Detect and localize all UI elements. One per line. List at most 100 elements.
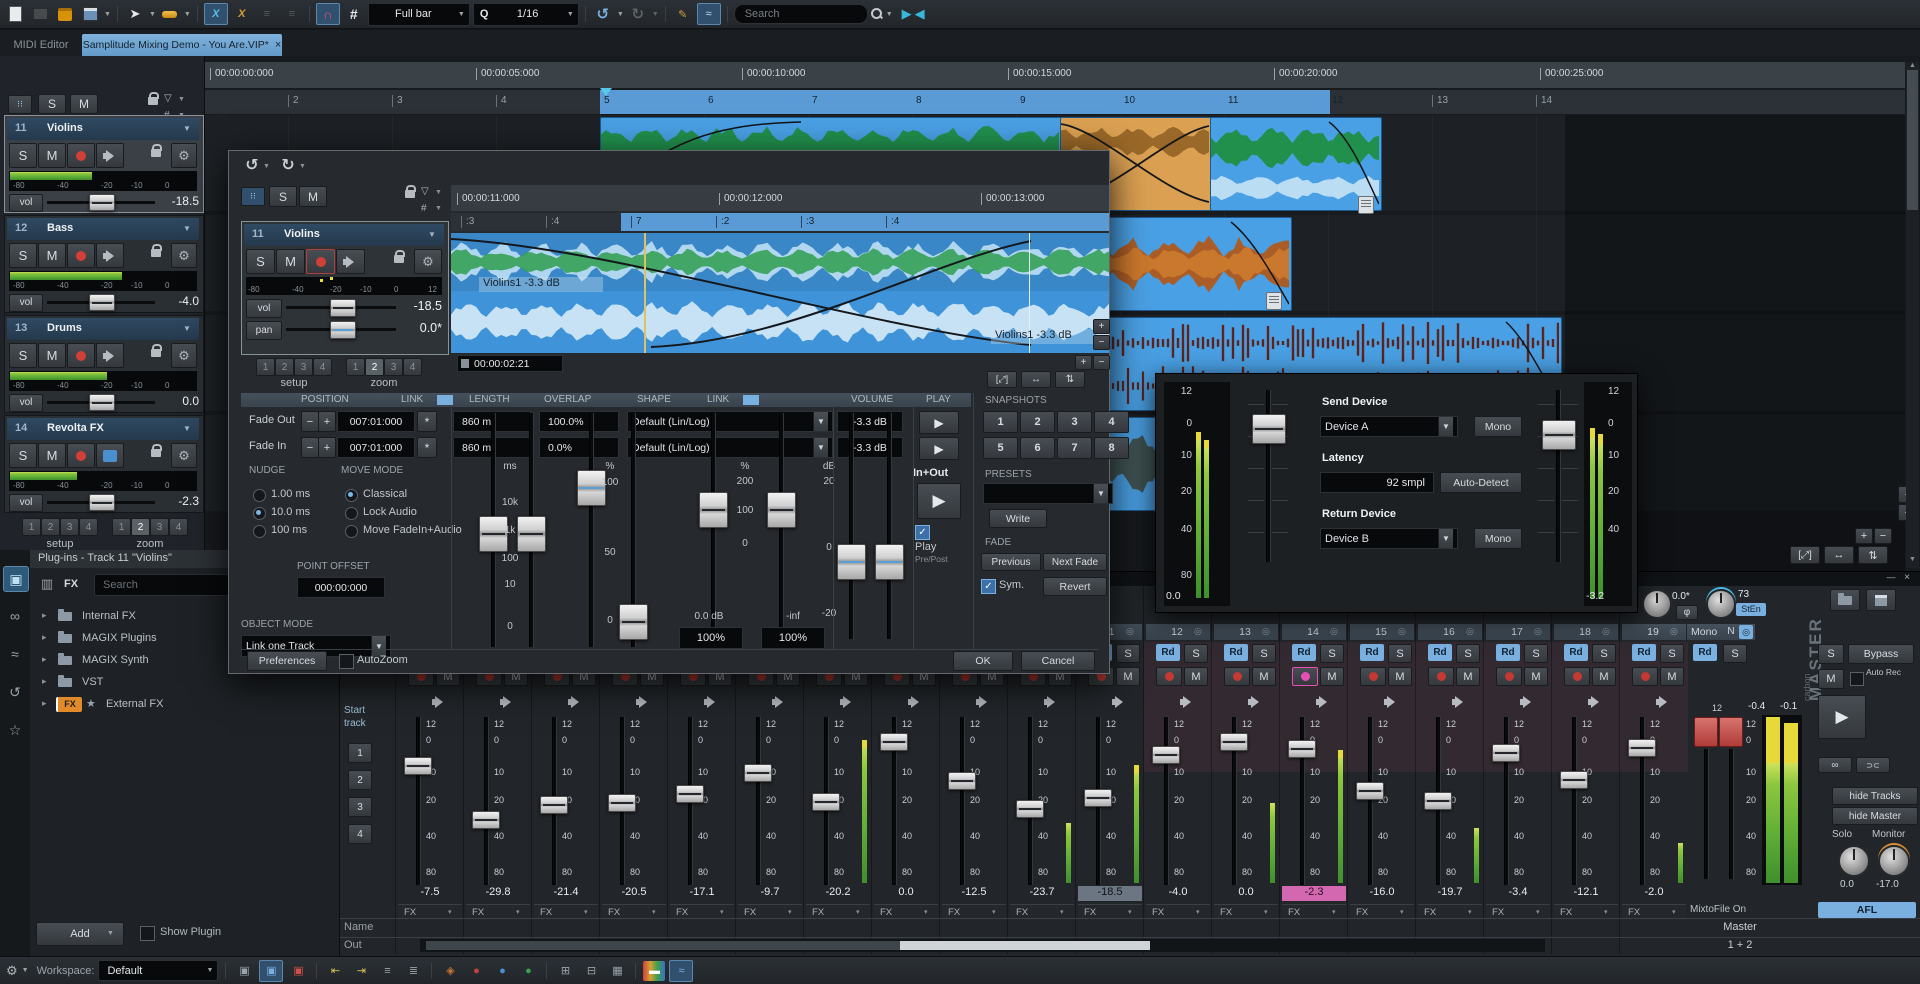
- locate-prev-icon[interactable]: ◀: [915, 6, 925, 22]
- read-automation-button[interactable]: Rd: [1292, 644, 1316, 661]
- zoom-button[interactable]: 1: [112, 518, 131, 536]
- auto-crossfade-icon[interactable]: X: [231, 4, 253, 24]
- send-device-select[interactable]: Device A ▼: [1320, 416, 1458, 437]
- fade-in-snap-button[interactable]: *: [417, 437, 437, 458]
- mini-filter-dropdown-icon[interactable]: ▼: [435, 189, 445, 199]
- setup-button[interactable]: 3: [60, 518, 79, 536]
- setup-button[interactable]: 4: [79, 518, 98, 536]
- track-title-bar[interactable]: 14 Revolta FX ▼: [7, 418, 199, 440]
- channel-speaker-icon[interactable]: [1248, 696, 1263, 708]
- mini-vol-handle[interactable]: [330, 299, 356, 317]
- monitor-view-icon[interactable]: ▣: [3, 566, 29, 592]
- channel-mute-button[interactable]: M: [1320, 667, 1344, 686]
- filter-dropdown-icon[interactable]: ▼: [178, 96, 188, 106]
- hide-tracks-button[interactable]: hide Tracks: [1832, 787, 1918, 805]
- fader-handle[interactable]: [812, 793, 840, 812]
- read-automation-button[interactable]: Rd: [1428, 644, 1452, 661]
- track-list-icon[interactable]: ≣: [402, 961, 424, 981]
- fader-handle[interactable]: [1424, 792, 1452, 811]
- channel-mute-button[interactable]: M: [1252, 667, 1276, 686]
- channel-number-tab[interactable]: 19 ◎: [1622, 624, 1686, 640]
- read-automation-button[interactable]: Rd: [1156, 644, 1180, 661]
- fx-dropdown-icon[interactable]: ▾: [1060, 908, 1070, 918]
- write-preset-button[interactable]: Write: [989, 509, 1047, 528]
- track-solo-button[interactable]: S: [9, 243, 37, 268]
- mixer-view-icon[interactable]: ▣: [259, 959, 284, 982]
- track-title-bar[interactable]: 12 Bass ▼: [7, 218, 199, 240]
- solo-knob[interactable]: [1838, 845, 1870, 877]
- read-automation-button[interactable]: Rd: [1496, 644, 1520, 661]
- channel-mute-button[interactable]: M: [1184, 667, 1208, 686]
- channel-speaker-icon[interactable]: [1588, 696, 1603, 708]
- afl-button[interactable]: AFL: [1818, 902, 1916, 918]
- dialog-slider-handle[interactable]: [875, 544, 904, 580]
- history-icon[interactable]: ↺: [3, 680, 27, 704]
- mini-grid-dropdown-icon[interactable]: ▼: [435, 205, 445, 215]
- channel-speaker-icon[interactable]: [1316, 696, 1331, 708]
- dock-grid-icon[interactable]: ⁝⁝: [8, 95, 32, 114]
- fade-in-play-button[interactable]: ▶: [919, 437, 959, 460]
- fade-out-position-field[interactable]: 007:01:000: [337, 411, 415, 432]
- gain-right-field[interactable]: 100%: [761, 627, 825, 649]
- dialog-redo-dropdown-icon[interactable]: ▼: [299, 163, 309, 173]
- fader-track[interactable]: [1572, 717, 1577, 885]
- track-settings-icon[interactable]: ⚙: [171, 443, 197, 468]
- channel-solo-button[interactable]: S: [1723, 644, 1747, 663]
- channel-speaker-icon[interactable]: [1112, 696, 1127, 708]
- channel-mute-button[interactable]: M: [1388, 667, 1412, 686]
- crossfade-editor-icon[interactable]: X: [203, 3, 228, 25]
- tab-close-icon[interactable]: ×: [275, 39, 281, 51]
- search-icon[interactable]: [870, 8, 883, 20]
- dialog-zoom-button[interactable]: 1: [346, 358, 365, 376]
- channel-speaker-icon[interactable]: [1384, 696, 1399, 708]
- mini-h-flip-icon[interactable]: ↔: [1021, 371, 1051, 388]
- search-dropdown-icon[interactable]: ▼: [886, 11, 893, 18]
- track-mute-button[interactable]: M: [38, 343, 66, 368]
- latency-field[interactable]: 92 smpl: [1320, 472, 1434, 493]
- send-device-dropdown-icon[interactable]: ▼: [1438, 417, 1453, 436]
- goto-end-icon[interactable]: ⇥: [350, 961, 372, 981]
- fader-handle[interactable]: [472, 810, 500, 829]
- mini-track-solo-button[interactable]: S: [246, 249, 275, 274]
- track-settings-icon[interactable]: ⚙: [171, 143, 197, 168]
- mixer-h-scrollbar-bright[interactable]: [900, 941, 1150, 950]
- workspace-select[interactable]: Default ▼: [98, 960, 219, 981]
- channel-record-button[interactable]: [1360, 667, 1386, 686]
- fader-track[interactable]: [484, 717, 489, 885]
- mix-to-file-label[interactable]: MixtoFile On: [1690, 904, 1790, 918]
- track-solo-button[interactable]: S: [9, 143, 37, 168]
- channel-solo-button[interactable]: S: [1592, 644, 1616, 663]
- mini-track-settings-icon[interactable]: ⚙: [414, 249, 442, 274]
- tuner-icon[interactable]: ✎: [672, 4, 694, 24]
- link-toggle[interactable]: [743, 395, 759, 405]
- fade-in-minus-button[interactable]: −: [301, 437, 319, 458]
- monitor-icon[interactable]: ▣: [233, 961, 255, 981]
- waveform-list-icon[interactable]: ≈: [3, 642, 27, 666]
- track-collapse-icon[interactable]: ▼: [183, 224, 195, 234]
- track-record-button[interactable]: [67, 343, 95, 368]
- snapshot-button[interactable]: 6: [1020, 437, 1055, 459]
- mono-circle-icon[interactable]: ◎: [1739, 625, 1753, 639]
- snapshot-button[interactable]: 3: [1057, 411, 1092, 433]
- mini-filter-icon[interactable]: ▽: [421, 186, 433, 199]
- range-dropdown-icon[interactable]: ▼: [184, 11, 191, 18]
- grid-view-icon[interactable]: ▦: [606, 961, 628, 981]
- channel-number-tab[interactable]: Mono N ◎: [1687, 624, 1755, 640]
- tree-expand-icon[interactable]: ▸: [42, 632, 52, 646]
- link-toggle[interactable]: [437, 395, 453, 405]
- snap-magnet-icon[interactable]: ∩: [315, 3, 340, 25]
- v-flip-icon[interactable]: ⇅: [1858, 546, 1888, 564]
- zoom-minus-button[interactable]: −: [1874, 528, 1892, 544]
- fx-dropdown-icon[interactable]: ▾: [992, 908, 1002, 918]
- fx-dropdown-icon[interactable]: ▾: [652, 908, 662, 918]
- mini-track-block[interactable]: 11 Violins ▼ S M ⚙ -80 -40 -20 -10 0 12 vol -18.5 pan 0…: [241, 221, 449, 355]
- channel-mute-button[interactable]: M: [1660, 667, 1684, 686]
- mini-grid-icon[interactable]: #: [421, 203, 433, 215]
- fader-handle[interactable]: [948, 772, 976, 790]
- channel-number-tab[interactable]: 14 ◎: [1282, 624, 1346, 640]
- channel-solo-button[interactable]: S: [1388, 644, 1412, 663]
- fx-dropdown-icon[interactable]: ▾: [1264, 908, 1274, 918]
- dialog-setup-button[interactable]: 3: [294, 358, 313, 376]
- channel-speaker-icon[interactable]: [1180, 696, 1195, 708]
- mini-v-flip-icon[interactable]: ⇅: [1055, 371, 1085, 388]
